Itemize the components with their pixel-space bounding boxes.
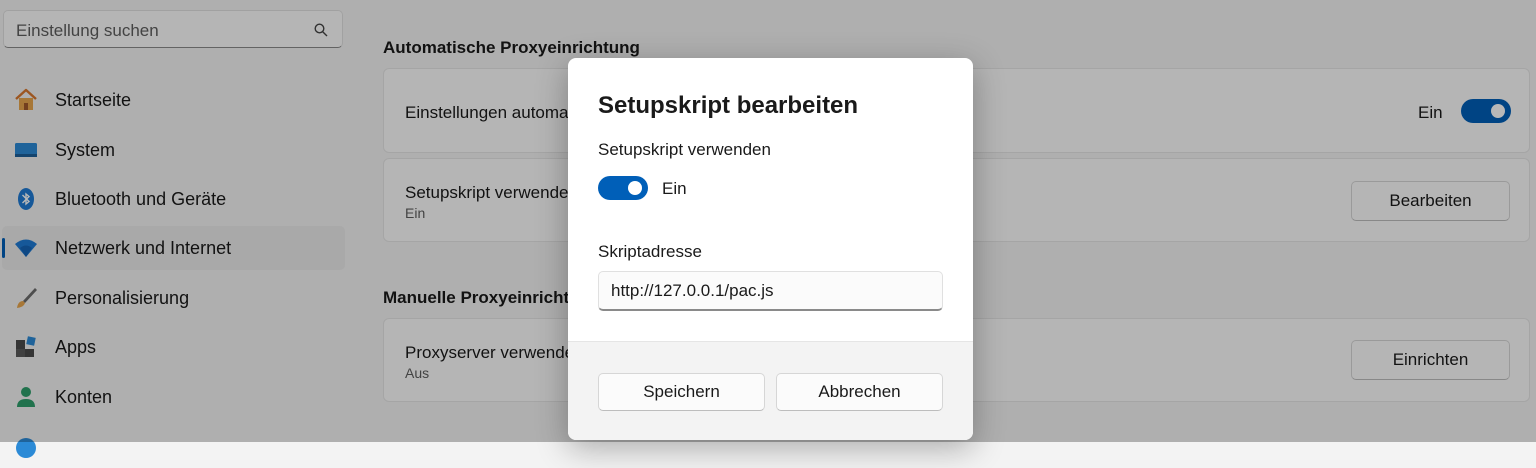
toggle-knob (628, 181, 642, 195)
dialog-toggle-label: Setupskript verwenden (598, 140, 771, 159)
dialog-toggle-state: Ein (662, 179, 687, 198)
script-address-input[interactable]: http://127.0.0.1/pac.js (598, 271, 943, 311)
edit-script-dialog: Setupskript bearbeiten Setupskript verwe… (568, 58, 973, 440)
dialog-title: Setupskript bearbeiten (598, 92, 859, 119)
save-button[interactable]: Speichern (598, 373, 765, 411)
cancel-button[interactable]: Abbrechen (776, 373, 943, 411)
script-address-label: Skriptadresse (598, 242, 702, 261)
dialog-footer: Speichern Abbrechen (568, 341, 973, 440)
setup-script-toggle[interactable] (598, 176, 648, 200)
